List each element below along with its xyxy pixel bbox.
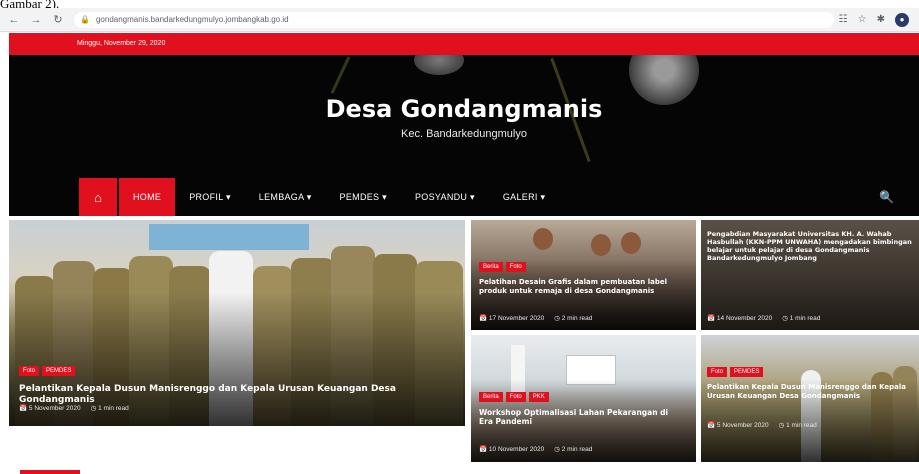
nav-item-profil[interactable]: PROFIL ▾ <box>175 178 245 216</box>
post-read-time: ◷ 2 min read <box>554 315 593 322</box>
post-meta: 📅 5 November 2020 ◷ 1 min read <box>707 421 817 429</box>
lock-icon: 🔒 <box>80 15 90 24</box>
browser-toolbar: ← → ↻ 🔒 gondangmanis.bandarkedungmulyo.j… <box>0 8 919 32</box>
post-title[interactable]: Pelantikan Kepala Dusun Manisrenggo dan … <box>707 383 912 401</box>
translate-icon[interactable]: ☷ <box>839 14 848 25</box>
site-header: Desa Gondangmanis Kec. Bandarkedungmulyo <box>9 55 919 178</box>
post-title[interactable]: Pengabdian Masyarakat Universitas KH. A.… <box>707 230 915 263</box>
category-tag[interactable]: PKK <box>528 392 549 402</box>
category-tag[interactable]: Foto <box>19 366 40 376</box>
home-icon[interactable]: ⌂ <box>79 178 117 216</box>
address-url: gondangmanis.bandarkedungmulyo.jombangka… <box>95 15 289 24</box>
post-meta: 📅 10 November 2020 ◷ 2 min read <box>479 445 592 453</box>
category-tag[interactable]: Foto <box>707 367 728 377</box>
nav-item-posyandu[interactable]: POSYANDU ▾ <box>401 178 489 216</box>
document-caption: Gambar 2). <box>0 0 60 8</box>
post-categories: Berita Foto <box>479 262 526 272</box>
post-title[interactable]: Pelatihan Desain Grafis dalam pembuatan … <box>479 278 691 296</box>
header-decoration <box>330 56 351 94</box>
category-tag[interactable]: Foto <box>505 392 526 402</box>
photo-person <box>533 228 553 250</box>
post-meta: 📅 17 November 2020 ◷ 2 min read <box>479 314 592 322</box>
star-icon[interactable]: ☆ <box>858 14 867 25</box>
nav-item-home[interactable]: HOME <box>119 178 176 216</box>
post-categories: Foto PEMDES <box>707 367 764 377</box>
post-title[interactable]: Workshop Optimalisasi Lahan Pekarangan d… <box>479 408 679 427</box>
post-read-time: ◷ 2 min read <box>554 446 593 453</box>
category-tag[interactable]: Berita <box>479 262 503 272</box>
grid-post[interactable]: Berita Foto Pelatihan Desain Grafis dala… <box>471 220 696 330</box>
forward-icon[interactable]: → <box>28 12 44 28</box>
post-read-time: ◷ 1 min read <box>778 422 817 429</box>
post-read-time: ◷ 1 min read <box>782 315 821 322</box>
grid-post[interactable]: Berita Foto PKK Workshop Optimalisasi La… <box>471 335 696 462</box>
nav-item-lembaga[interactable]: LEMBAGA ▾ <box>245 178 326 216</box>
post-meta: 📅 5 November 2020 ◷ 1 min read <box>19 404 129 412</box>
next-section <box>9 462 919 474</box>
address-bar[interactable]: 🔒 gondangmanis.bandarkedungmulyo.jombang… <box>74 11 834 28</box>
banner-backdrop <box>149 224 309 250</box>
extensions-icon[interactable]: ✱ <box>877 14 885 25</box>
post-read-time: ◷ 1 min read <box>90 405 129 412</box>
post-date: 📅 10 November 2020 <box>479 446 545 453</box>
post-date: 📅 14 November 2020 <box>707 315 773 322</box>
category-tag[interactable]: Foto <box>505 262 526 272</box>
reload-icon[interactable]: ↻ <box>50 12 66 28</box>
category-tag[interactable]: PEMDES <box>42 366 76 376</box>
post-date: 📅 5 November 2020 <box>707 422 769 429</box>
site-title[interactable]: Desa Gondangmanis <box>9 95 919 123</box>
top-info-bar: Minggu, November 29, 2020 <box>9 33 919 55</box>
profile-avatar[interactable]: ● <box>895 12 909 27</box>
grid-post[interactable]: Pengabdian Masyarakat Universitas KH. A.… <box>701 220 919 330</box>
featured-post[interactable]: Foto PEMDES Pelantikan Kepala Dusun Mani… <box>9 220 465 426</box>
nav-item-galeri[interactable]: GALERI ▾ <box>489 178 559 216</box>
post-categories: Berita Foto PKK <box>479 392 549 402</box>
back-icon[interactable]: ← <box>6 12 22 28</box>
search-icon[interactable]: 🔍 <box>879 190 904 204</box>
post-categories: Foto PEMDES <box>19 366 76 376</box>
post-meta: 📅 14 November 2020 ◷ 1 min read <box>707 314 820 322</box>
grid-post[interactable]: Foto PEMDES Pelantikan Kepala Dusun Mani… <box>701 335 919 462</box>
site-tagline: Kec. Bandarkedungmulyo <box>401 128 527 140</box>
category-tag[interactable]: PEMDES <box>730 367 764 377</box>
browser-actions: ☷ ☆ ✱ ● <box>839 12 909 27</box>
current-date: Minggu, November 29, 2020 <box>77 40 166 47</box>
main-navigation: ⌂ HOME PROFIL ▾ LEMBAGA ▾ PEMDES ▾ POSYA… <box>9 178 919 216</box>
photo-person <box>621 232 641 254</box>
nav-item-pemdes[interactable]: PEMDES ▾ <box>326 178 401 216</box>
photo-person <box>591 234 611 256</box>
category-tag[interactable]: Berita <box>479 392 503 402</box>
post-date: 📅 17 November 2020 <box>479 315 545 322</box>
post-date: 📅 5 November 2020 <box>19 405 81 412</box>
header-decoration <box>414 55 464 75</box>
section-heading-accent <box>20 470 80 474</box>
